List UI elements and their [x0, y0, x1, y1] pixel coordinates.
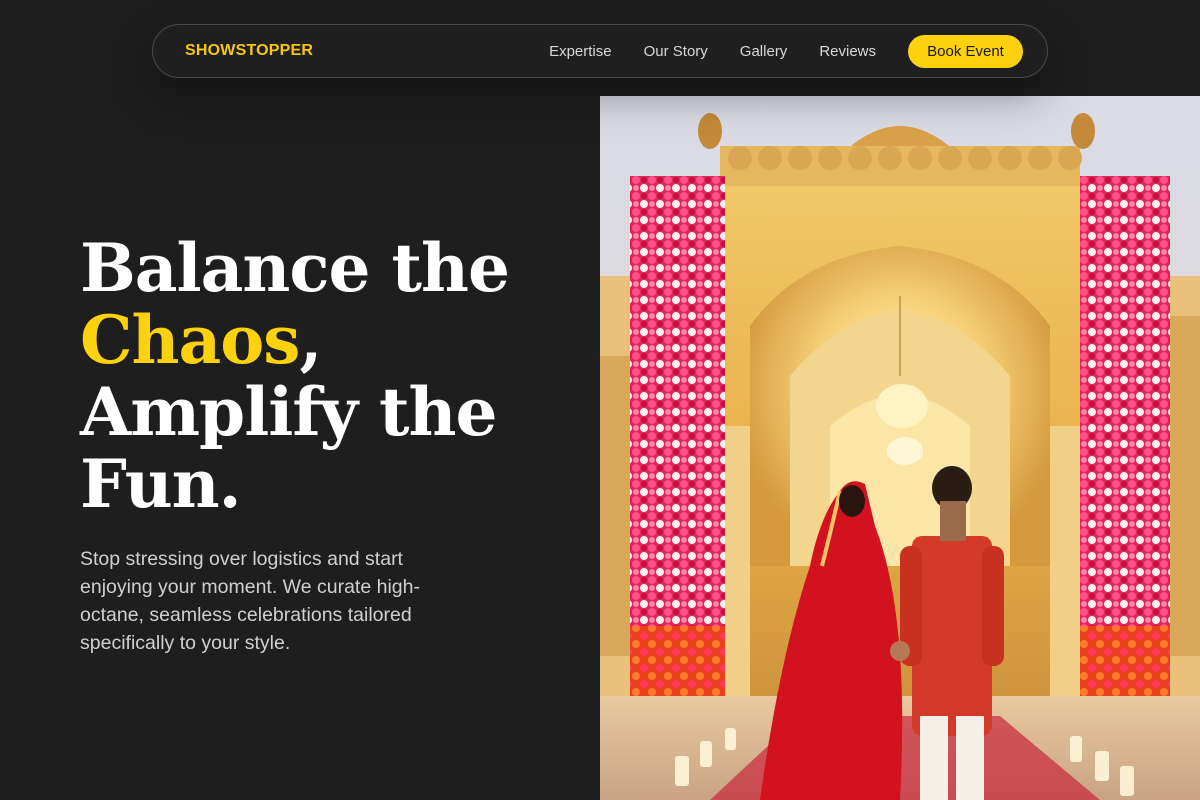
nav-link-gallery[interactable]: Gallery	[740, 43, 788, 60]
headline-line-3: Amplify the	[80, 373, 498, 451]
hero-subtext: Stop stressing over logistics and start …	[80, 548, 420, 654]
nav-link-expertise[interactable]: Expertise	[549, 43, 612, 60]
nav-links: Expertise Our Story Gallery Reviews	[549, 43, 876, 60]
headline-comma: ,	[299, 301, 322, 379]
brand-logo[interactable]: SHOWSTOPPER	[185, 42, 313, 60]
nav-link-reviews[interactable]: Reviews	[819, 43, 876, 60]
hero-headline: Balance the Chaos, Amplify the Fun.	[80, 232, 540, 520]
headline-accent: Chaos	[80, 301, 300, 379]
headline-line-4: Fun.	[80, 445, 242, 523]
book-event-button[interactable]: Book Event	[908, 34, 1023, 68]
headline-line-1: Balance the	[80, 229, 510, 307]
top-navbar: SHOWSTOPPER Expertise Our Story Gallery …	[152, 24, 1048, 78]
wedding-couple-photo	[600, 96, 1200, 800]
nav-link-our-story[interactable]: Our Story	[644, 43, 708, 60]
hero-image	[600, 96, 1200, 800]
